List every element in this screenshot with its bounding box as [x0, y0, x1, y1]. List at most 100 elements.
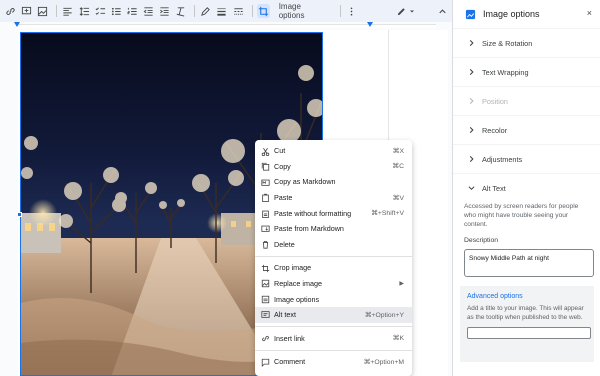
checklist-icon[interactable]: [94, 4, 107, 18]
scissors-icon: [260, 146, 270, 156]
menu-item-label: Insert link: [274, 333, 305, 343]
crop-icon: [260, 263, 270, 273]
section-adjustments[interactable]: Adjustments: [453, 144, 600, 173]
menu-item-label: Crop image: [274, 263, 312, 273]
collapse-icon[interactable]: [436, 4, 449, 18]
menu-item-label: Copy as Markdown: [274, 177, 336, 187]
image-options-panel: Image options × Size & Rotation Text Wrap…: [452, 0, 600, 376]
right-indent-marker[interactable]: [367, 22, 373, 27]
image-options-icon: [465, 9, 476, 19]
menu-item-label: Replace image: [274, 279, 322, 289]
more-icon[interactable]: [345, 4, 358, 18]
menu-item-shortcut: ⌘X: [392, 147, 404, 155]
numbered-list-icon[interactable]: [126, 4, 139, 18]
section-text-wrapping[interactable]: Text Wrapping: [453, 57, 600, 86]
menu-item-alt-text[interactable]: Alt text ⌘+Option+Y: [255, 306, 412, 323]
advanced-options-text: Add a title to your image. This will app…: [467, 304, 584, 321]
section-label: Alt Text: [482, 183, 506, 193]
resize-handle-left[interactable]: [17, 212, 22, 217]
context-menu: Cut ⌘X Copy ⌘C Copy as Markdown Paste ⌘V Paste …: [255, 140, 412, 376]
menu-item-copy-as-markdown[interactable]: Copy as Markdown: [255, 174, 412, 190]
alt-text-icon: [260, 310, 270, 320]
menu-item-label: Delete: [274, 239, 295, 249]
menu-item-shortcut: ⌘+Shift+V: [371, 210, 404, 218]
description-field[interactable]: Snowy Middle Path at night: [464, 249, 594, 278]
menu-item-replace-image[interactable]: Replace image ▶: [255, 276, 412, 292]
menu-separator: [255, 349, 412, 351]
menu-item-label: Copy: [274, 161, 291, 171]
section-recolor[interactable]: Recolor: [453, 115, 600, 144]
alt-text-help: Accessed by screen readers for people wh…: [464, 203, 579, 229]
title-field[interactable]: [467, 326, 591, 339]
close-icon[interactable]: ×: [587, 8, 592, 18]
bullet-list-icon[interactable]: [110, 4, 123, 18]
toolbar-divider: [251, 5, 253, 17]
advanced-options-box: Advanced options Add a title to your ima…: [460, 286, 594, 363]
menu-separator: [255, 255, 412, 257]
menu-item-insert-link[interactable]: Insert link ⌘K: [255, 331, 412, 347]
section-label: Text Wrapping: [482, 67, 529, 77]
chevron-down-icon[interactable]: [409, 4, 415, 18]
menu-item-shortcut: ⌘V: [392, 194, 404, 202]
menu-item-image-options[interactable]: Image options: [255, 291, 412, 307]
image-icon[interactable]: [36, 4, 49, 18]
menu-item-paste-without-formatting[interactable]: Paste without formatting ⌘+Shift+V: [255, 205, 412, 221]
decrease-indent-icon[interactable]: [142, 4, 155, 18]
comment-icon: [260, 357, 270, 367]
advanced-options-title: Advanced options: [467, 293, 523, 301]
toolbar: Image options: [0, 0, 452, 22]
clear-format-icon[interactable]: [174, 4, 187, 18]
border-weight-icon[interactable]: [215, 4, 228, 18]
menu-item-shortcut: ⌘+Option+Y: [364, 311, 404, 319]
link-icon[interactable]: [4, 4, 17, 18]
copy-markdown-icon: [260, 177, 270, 187]
menu-item-copy[interactable]: Copy ⌘C: [255, 159, 412, 175]
ruler[interactable]: [0, 22, 452, 30]
crop-icon[interactable]: [256, 4, 270, 18]
edit-mode-icon[interactable]: [395, 4, 408, 18]
menu-item-crop-image[interactable]: Crop image: [255, 260, 412, 276]
copy-icon: [260, 162, 270, 172]
panel-header: Image options ×: [453, 0, 600, 28]
menu-item-label: Paste from Markdown: [274, 224, 344, 234]
toolbar-divider: [56, 5, 58, 17]
submenu-arrow-icon: ▶: [399, 281, 404, 288]
image-options-button[interactable]: Image options: [279, 2, 326, 20]
menu-item-shortcut: ⌘K: [392, 335, 404, 343]
toolbar-divider: [194, 5, 196, 17]
image-options-icon: [260, 294, 270, 304]
chevron-right-icon: [469, 127, 474, 133]
chevron-down-icon: [468, 186, 475, 191]
pen-color-icon[interactable]: [199, 4, 212, 18]
menu-item-comment[interactable]: Comment ⌘+Option+M: [255, 354, 412, 370]
increase-indent-icon[interactable]: [158, 4, 171, 18]
section-size-rotation[interactable]: Size & Rotation: [453, 28, 600, 57]
menu-item-paste-from-markdown[interactable]: Paste from Markdown: [255, 221, 412, 237]
link-icon: [260, 334, 270, 344]
menu-item-label: Alt text: [274, 310, 296, 320]
chevron-right-icon: [469, 156, 474, 162]
section-label: Position: [482, 96, 508, 106]
left-indent-marker[interactable]: [14, 22, 20, 27]
section-label: Recolor: [482, 125, 508, 135]
menu-item-paste[interactable]: Paste ⌘V: [255, 190, 412, 206]
border-dash-icon[interactable]: [232, 4, 245, 18]
chevron-right-icon: [469, 98, 474, 104]
comment-add-icon[interactable]: [20, 4, 33, 18]
menu-item-label: Comment: [274, 357, 306, 367]
docs-window: Image options Cut ⌘X Copy ⌘C Copy as Mar…: [0, 0, 600, 376]
menu-item-label: Cut: [274, 146, 286, 156]
section-label: Adjustments: [482, 154, 523, 164]
menu-item-delete[interactable]: Delete: [255, 237, 412, 253]
line-spacing-icon[interactable]: [77, 4, 90, 18]
section-alt-text[interactable]: Alt Text: [453, 173, 600, 202]
menu-separator: [255, 326, 412, 328]
section-position: Position: [453, 86, 600, 115]
section-label: Size & Rotation: [482, 38, 533, 48]
panel-title: Image options: [483, 9, 540, 19]
menu-item-label: Paste: [274, 193, 293, 203]
description-label: Description: [464, 236, 498, 244]
menu-item-cut[interactable]: Cut ⌘X: [255, 143, 412, 159]
align-left-icon[interactable]: [61, 4, 74, 18]
menu-item-shortcut: ⌘C: [392, 163, 404, 171]
